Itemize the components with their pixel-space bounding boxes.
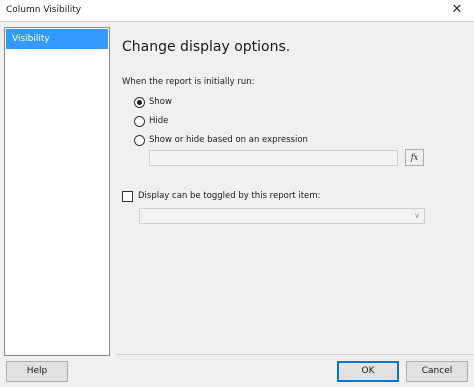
radio-expression-row[interactable]: Show or hide based on an expression (134, 133, 308, 147)
cancel-button[interactable]: Cancel (406, 361, 468, 382)
help-button[interactable]: Help (6, 361, 68, 382)
sidebar: Visibility (4, 27, 110, 356)
toggle-checkbox-row[interactable]: Display can be toggled by this report it… (122, 189, 320, 203)
toggle-checkbox-label: Display can be toggled by this report it… (138, 191, 321, 201)
footer-divider (116, 354, 474, 355)
sidebar-item-visibility[interactable]: Visibility (6, 29, 108, 49)
fx-button[interactable]: fx (405, 149, 424, 166)
page-title: Change display options. (122, 39, 291, 55)
radio-expression[interactable] (134, 134, 145, 146)
radio-hide[interactable] (134, 115, 145, 127)
radio-show-row[interactable]: Show (134, 95, 172, 109)
radio-hide-row[interactable]: Hide (134, 114, 168, 128)
toggle-checkbox[interactable] (122, 190, 133, 202)
close-icon[interactable]: ✕ (448, 1, 466, 19)
radio-expression-label: Show or hide based on an expression (149, 135, 308, 145)
toggle-report-item-select[interactable]: ∨ (139, 208, 425, 224)
window-title: Column Visibility (6, 5, 82, 15)
expression-field[interactable] (149, 150, 398, 166)
title-bar: Column Visibility ✕ (0, 0, 474, 22)
chevron-down-icon: ∨ (414, 211, 420, 220)
ok-button[interactable]: OK (337, 361, 399, 382)
radio-hide-label: Hide (149, 116, 169, 126)
radio-show-label: Show (149, 97, 172, 107)
initial-run-label: When the report is initially run: (122, 77, 255, 87)
radio-show[interactable] (134, 96, 145, 108)
